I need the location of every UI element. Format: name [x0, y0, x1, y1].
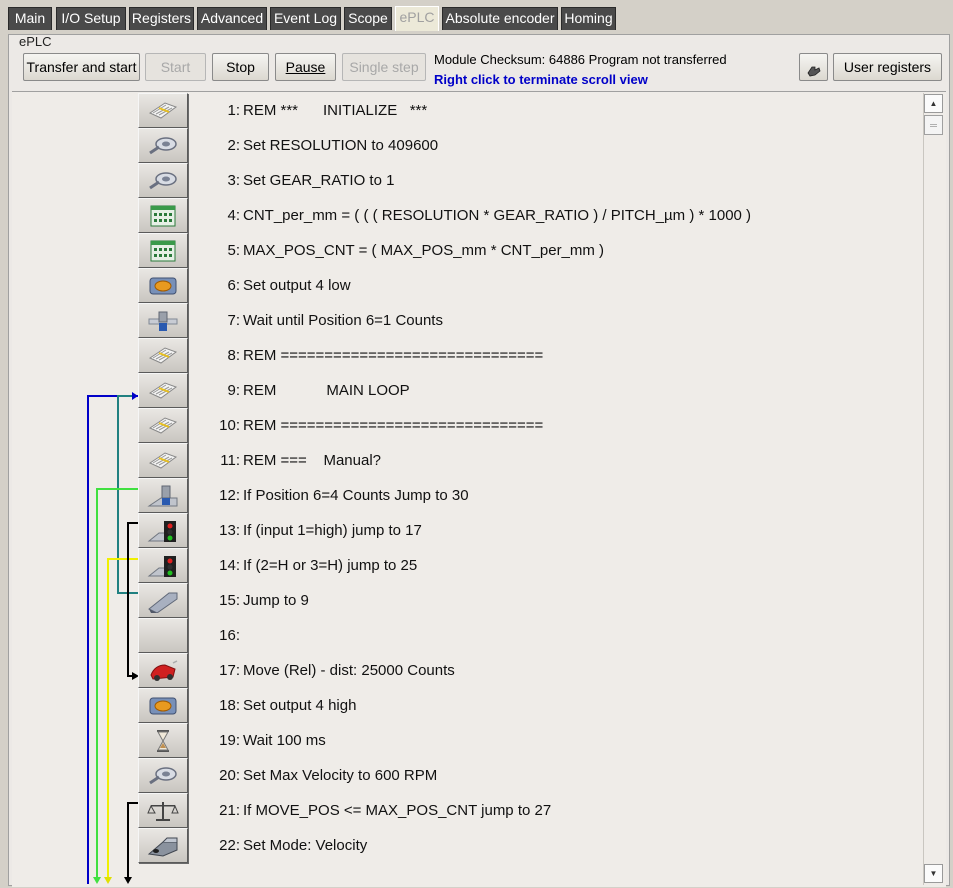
line-number: 16: [219, 627, 240, 644]
line-text: CNT_per_mm = ( ( ( RESOLUTION * GEAR_RAT… [243, 207, 752, 224]
line-text: REM ============================== [243, 347, 544, 364]
scroll-up-button[interactable]: ▲ [924, 94, 943, 113]
line-text: REM MAIN LOOP [243, 382, 410, 399]
line-text: Move (Rel) - dist: 25000 Counts [243, 662, 455, 679]
program-step-button[interactable] [138, 443, 188, 478]
program-line[interactable]: 14: If (2=H or 3=H) jump to 25 [198, 548, 417, 583]
program-line[interactable]: 11: REM === Manual? [198, 443, 381, 478]
line-number: 21: [219, 802, 240, 819]
program-step-button[interactable] [138, 373, 188, 408]
line-number: 22: [219, 837, 240, 854]
program-line[interactable]: 12: If Position 6=4 Counts Jump to 30 [198, 478, 469, 513]
line-text: Set output 4 low [243, 277, 351, 294]
program-line[interactable]: 16: [198, 618, 243, 653]
line-text: Wait 100 ms [243, 732, 326, 749]
line-text: If (2=H or 3=H) jump to 25 [243, 557, 418, 574]
program-line[interactable]: 7: Wait until Position 6=1 Counts [198, 303, 443, 338]
program-line[interactable]: 6: Set output 4 low [198, 268, 351, 303]
scroll-thumb[interactable] [924, 115, 943, 135]
line-number: 19: [219, 732, 240, 749]
wire-black-21 [127, 802, 138, 880]
line-text: Wait until Position 6=1 Counts [243, 312, 443, 329]
line-number: 1: [227, 102, 240, 119]
line-number: 12: [219, 487, 240, 504]
line-text: REM *** INITIALIZE *** [243, 102, 428, 119]
line-text: If (input 1=high) jump to 17 [243, 522, 422, 539]
program-step-button[interactable] [138, 793, 188, 828]
program-line[interactable]: 13: If (input 1=high) jump to 17 [198, 513, 422, 548]
wire-blue [87, 395, 138, 884]
program-line[interactable]: 4: CNT_per_mm = ( ( ( RESOLUTION * GEAR_R… [198, 198, 751, 233]
program-step-button[interactable] [138, 93, 188, 128]
line-text: If MOVE_POS <= MAX_POS_CNT jump to 27 [243, 802, 552, 819]
program-step-button[interactable] [138, 478, 188, 513]
program-step-button[interactable] [138, 303, 188, 338]
program-line[interactable]: 21: If MOVE_POS <= MAX_POS_CNT jump to 27 [198, 793, 551, 828]
line-text: REM ============================== [243, 417, 544, 434]
line-number: 2: [227, 137, 240, 154]
line-number: 10: [219, 417, 240, 434]
program-line[interactable]: 17: Move (Rel) - dist: 25000 Counts [198, 653, 455, 688]
wire-black-13 [127, 522, 138, 677]
line-number: 5: [227, 242, 240, 259]
line-number: 13: [219, 522, 240, 539]
line-number: 17: [219, 662, 240, 679]
program-step-button[interactable] [138, 408, 188, 443]
line-number: 3: [227, 172, 240, 189]
scroll-down-button[interactable]: ▼ [924, 864, 943, 883]
line-text: Set Max Velocity to 600 RPM [243, 767, 438, 784]
program-line[interactable]: 9: REM MAIN LOOP [198, 373, 410, 408]
program-line[interactable]: 19: Wait 100 ms [198, 723, 326, 758]
line-number: 15: [219, 592, 240, 609]
line-text: Set GEAR_RATIO to 1 [243, 172, 395, 189]
program-step-button[interactable] [138, 338, 188, 373]
program-line[interactable]: 2: Set RESOLUTION to 409600 [198, 128, 438, 163]
line-text: Jump to 9 [243, 592, 309, 609]
line-number: 18: [219, 697, 240, 714]
program-step-button[interactable] [138, 758, 188, 793]
line-number: 14: [219, 557, 240, 574]
program-step-button[interactable] [138, 653, 188, 688]
line-number: 8: [227, 347, 240, 364]
program-step-button[interactable] [138, 128, 188, 163]
program-line[interactable]: 1: REM *** INITIALIZE *** [198, 93, 427, 128]
program-step-button[interactable] [138, 268, 188, 303]
line-text: Set RESOLUTION to 409600 [243, 137, 439, 154]
program-line[interactable]: 10: REM ============================== [198, 408, 543, 443]
program-line[interactable]: 5: MAX_POS_CNT = ( MAX_POS_mm * CNT_per_m… [198, 233, 604, 268]
wire-yellow-arrow [104, 877, 112, 884]
program-step-button[interactable] [138, 618, 188, 653]
program-line[interactable]: 3: Set GEAR_RATIO to 1 [198, 163, 394, 198]
program-line[interactable]: 20: Set Max Velocity to 600 RPM [198, 758, 437, 793]
program-step-button[interactable] [138, 548, 188, 583]
program-step-button[interactable] [138, 723, 188, 758]
wire-green-arrow [93, 877, 101, 884]
line-number: 20: [219, 767, 240, 784]
vertical-scrollbar[interactable] [923, 93, 945, 885]
wire-black-21-arrow [124, 877, 132, 884]
program-line[interactable]: 15: Jump to 9 [198, 583, 309, 618]
line-text: Set output 4 high [243, 697, 357, 714]
line-text: REM === Manual? [243, 452, 381, 469]
line-number: 6: [227, 277, 240, 294]
wire-yellow [107, 558, 138, 880]
line-text: If Position 6=4 Counts Jump to 30 [243, 487, 469, 504]
program-step-button[interactable] [138, 828, 188, 863]
program-step-button[interactable] [138, 163, 188, 198]
program-step-button[interactable] [138, 513, 188, 548]
line-number: 7: [227, 312, 240, 329]
program-line[interactable]: 18: Set output 4 high [198, 688, 356, 723]
program-step-button[interactable] [138, 198, 188, 233]
program-step-button[interactable] [138, 688, 188, 723]
line-number: 11: [220, 452, 240, 469]
program-line[interactable]: 8: REM ============================== [198, 338, 543, 373]
program-line[interactable]: 22: Set Mode: Velocity [198, 828, 367, 863]
line-text: Set Mode: Velocity [243, 837, 368, 854]
program-step-button[interactable] [138, 233, 188, 268]
line-number: 4: [227, 207, 240, 224]
line-number: 9: [227, 382, 240, 399]
program-step-button[interactable] [138, 583, 188, 618]
line-text: MAX_POS_CNT = ( MAX_POS_mm * CNT_per_mm … [243, 242, 605, 259]
